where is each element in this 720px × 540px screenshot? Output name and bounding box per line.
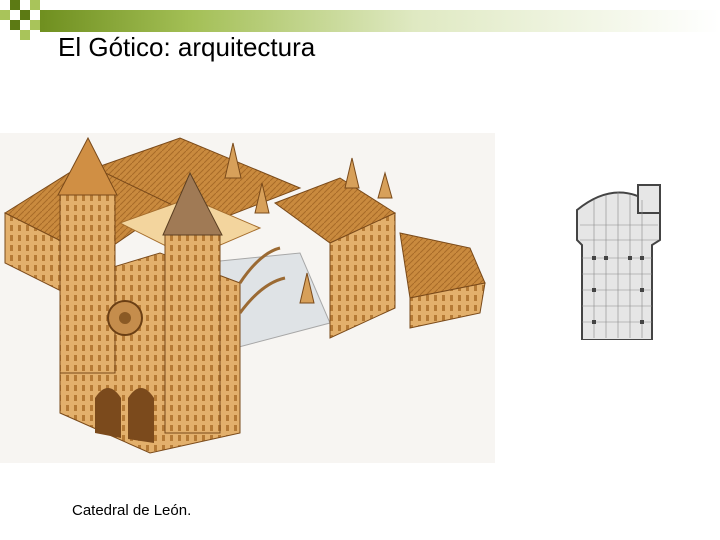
cathedral-floor-plan	[572, 180, 668, 340]
header-gradient-bar	[40, 10, 720, 32]
image-caption: Catedral de León.	[72, 502, 192, 519]
cathedral-illustration	[0, 133, 495, 463]
slide-title: El Gótico: arquitectura	[58, 32, 316, 62]
